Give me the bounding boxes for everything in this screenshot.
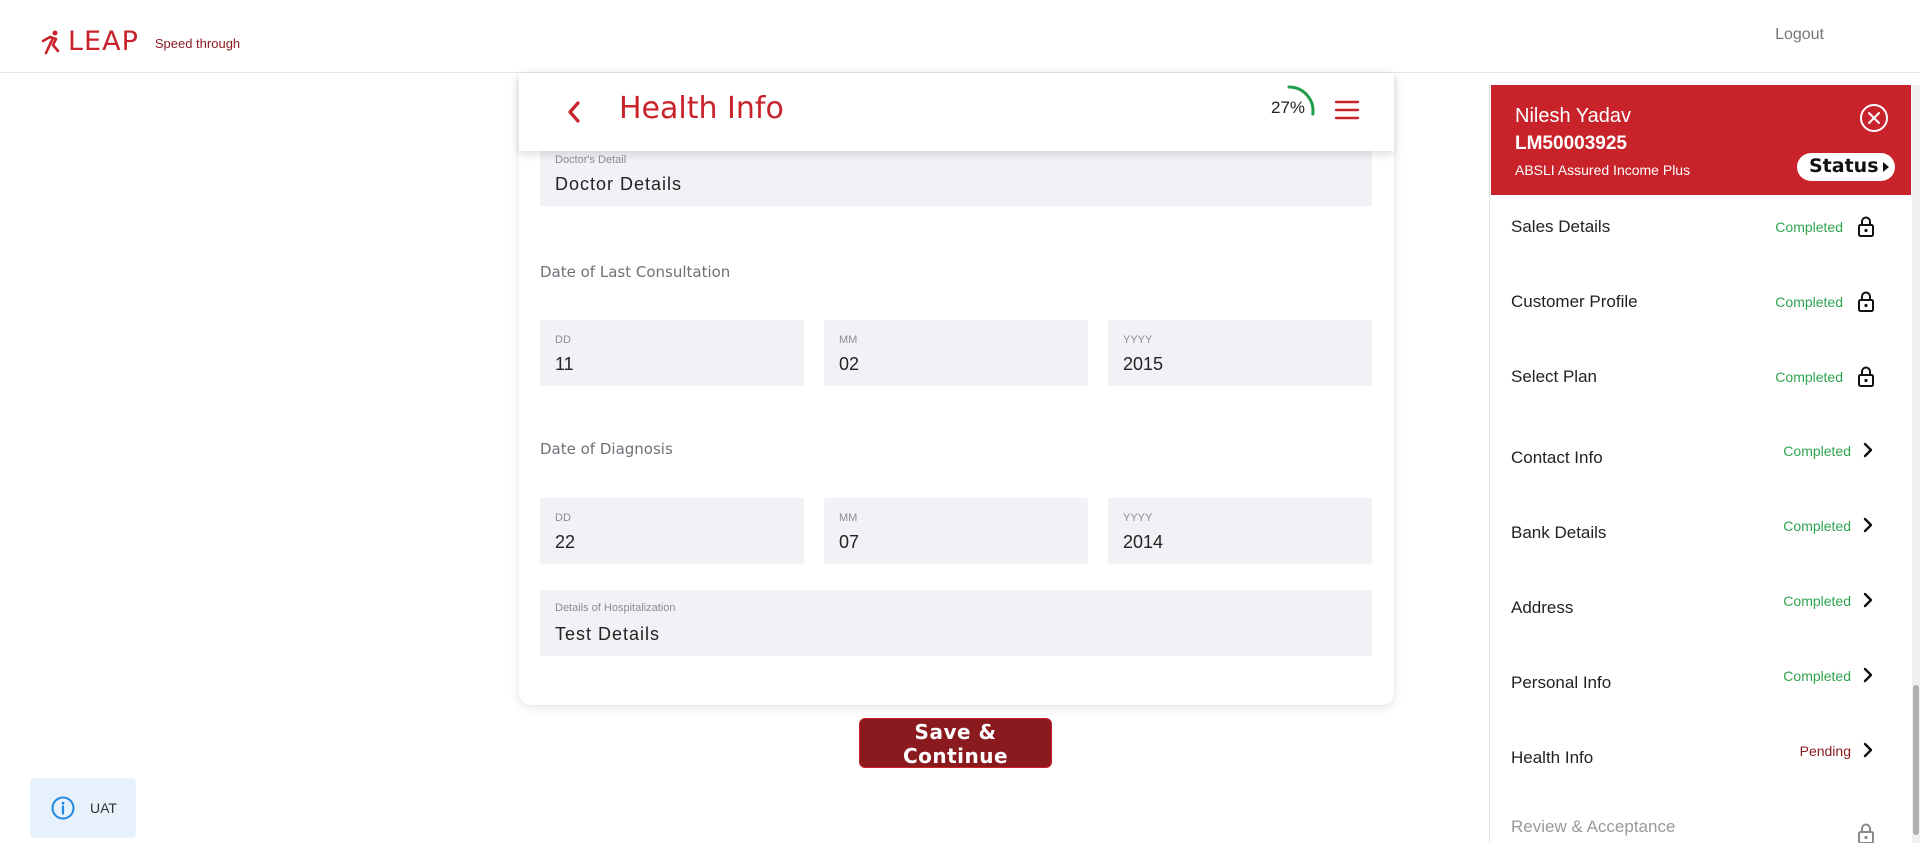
step-label: Review & Acceptance bbox=[1511, 817, 1676, 836]
step-label: Contact Info bbox=[1511, 448, 1603, 467]
step-status: Completed bbox=[1783, 518, 1851, 534]
panel-scrollbar[interactable] bbox=[1912, 85, 1920, 843]
step-select-plan[interactable]: Select Plan Completed bbox=[1491, 345, 1889, 420]
diagnosis-day-value: 22 bbox=[555, 532, 576, 552]
step-sales-details[interactable]: Sales Details Completed bbox=[1491, 195, 1889, 270]
card-header: Health Info 27% bbox=[519, 73, 1394, 151]
lock-icon bbox=[1857, 215, 1875, 242]
info-icon bbox=[51, 796, 75, 820]
step-label: Health Info bbox=[1511, 748, 1594, 767]
close-icon bbox=[1868, 112, 1880, 124]
doctor-detail-value: Doctor Details bbox=[555, 174, 683, 194]
step-customer-profile[interactable]: Customer Profile Completed bbox=[1491, 270, 1889, 345]
consultation-month-field[interactable]: MM 02 bbox=[824, 320, 1088, 386]
step-status: Completed bbox=[1775, 219, 1843, 235]
step-label: Select Plan bbox=[1511, 367, 1597, 386]
diagnosis-year-value: 2014 bbox=[1123, 532, 1164, 552]
consultation-year-field[interactable]: YYYY 2015 bbox=[1108, 320, 1372, 386]
last-consultation-label: Date of Last Consultation bbox=[540, 263, 731, 281]
step-status: Completed bbox=[1775, 294, 1843, 310]
diagnosis-year-label: YYYY bbox=[1123, 512, 1153, 524]
customer-id: LM50003925 bbox=[1515, 133, 1627, 154]
caret-right-icon bbox=[1883, 162, 1889, 172]
consultation-day-value: 11 bbox=[555, 354, 574, 374]
lock-icon bbox=[1857, 290, 1875, 317]
step-personal-info[interactable]: Personal Info Completed bbox=[1491, 645, 1889, 720]
step-label: Bank Details bbox=[1511, 523, 1607, 542]
diagnosis-day-field[interactable]: DD 22 bbox=[540, 498, 804, 564]
environment-label: UAT bbox=[90, 800, 117, 816]
brand-name: LEAP bbox=[68, 26, 139, 57]
doctor-detail-label: Doctor's Detail bbox=[555, 154, 627, 166]
chevron-right-icon bbox=[1861, 441, 1875, 464]
customer-name: Nilesh Yadav bbox=[1515, 105, 1631, 127]
progress-percent: 27% bbox=[1271, 98, 1306, 117]
step-status: Completed bbox=[1783, 668, 1851, 684]
hamburger-menu-icon[interactable] bbox=[1334, 97, 1360, 123]
health-info-card: Health Info 27% Doctor's Detail Doctor D… bbox=[519, 73, 1394, 705]
diagnosis-day-label: DD bbox=[555, 512, 571, 524]
chevron-right-icon bbox=[1861, 516, 1875, 539]
hospitalization-value: Test Details bbox=[555, 624, 661, 644]
step-label: Personal Info bbox=[1511, 673, 1612, 692]
hospitalization-field[interactable]: Details of Hospitalization Test Details bbox=[540, 590, 1372, 656]
leap-logo[interactable]: LEAP Speed through bbox=[40, 26, 240, 57]
hospitalization-label: Details of Hospitalization bbox=[555, 602, 676, 614]
diagnosis-month-label: MM bbox=[839, 512, 858, 524]
consultation-year-label: YYYY bbox=[1123, 334, 1153, 346]
step-status: Completed bbox=[1775, 369, 1843, 385]
step-label: Customer Profile bbox=[1511, 292, 1638, 311]
consultation-month-value: 02 bbox=[839, 354, 860, 374]
diagnosis-date-label: Date of Diagnosis bbox=[540, 440, 673, 458]
runner-icon bbox=[41, 30, 60, 54]
diagnosis-month-value: 07 bbox=[839, 532, 860, 552]
lock-icon bbox=[1857, 822, 1875, 843]
consultation-month-label: MM bbox=[839, 334, 858, 346]
step-label: Sales Details bbox=[1511, 217, 1611, 236]
top-bar: LEAP Speed through Logout bbox=[0, 0, 1920, 73]
diagnosis-year-field[interactable]: YYYY 2014 bbox=[1108, 498, 1372, 564]
step-status: Completed bbox=[1783, 443, 1851, 459]
environment-badge: UAT bbox=[30, 778, 136, 838]
lock-icon bbox=[1857, 365, 1875, 392]
doctor-detail-field[interactable]: Doctor's Detail Doctor Details bbox=[540, 150, 1372, 206]
save-continue-button[interactable]: Save & Continue bbox=[859, 718, 1052, 768]
chevron-right-icon bbox=[1861, 741, 1875, 764]
chevron-right-icon bbox=[1861, 666, 1875, 689]
close-panel-button[interactable] bbox=[1860, 104, 1888, 132]
consultation-day-label: DD bbox=[555, 334, 571, 346]
step-bank-details[interactable]: Bank Details Completed bbox=[1491, 495, 1889, 570]
step-label: Address bbox=[1511, 598, 1574, 617]
status-button[interactable]: Status bbox=[1797, 153, 1895, 181]
chevron-right-icon bbox=[1861, 591, 1875, 614]
customer-plan: ABSLI Assured Income Plus bbox=[1515, 162, 1691, 178]
page-title: Health Info bbox=[619, 91, 784, 126]
customer-header: Nilesh Yadav LM50003925 ABSLI Assured In… bbox=[1491, 85, 1911, 195]
diagnosis-month-field[interactable]: MM 07 bbox=[824, 498, 1088, 564]
scrollbar-thumb[interactable] bbox=[1913, 685, 1919, 835]
step-contact-info[interactable]: Contact Info Completed bbox=[1491, 420, 1889, 495]
back-chevron-icon[interactable] bbox=[559, 95, 589, 129]
step-status: Completed bbox=[1783, 593, 1851, 609]
consultation-year-value: 2015 bbox=[1123, 354, 1164, 374]
application-steps-panel: Nilesh Yadav LM50003925 ABSLI Assured In… bbox=[1489, 85, 1911, 843]
step-address[interactable]: Address Completed bbox=[1491, 570, 1889, 645]
status-button-label: Status bbox=[1809, 155, 1879, 177]
step-review-acceptance[interactable]: Review & Acceptance bbox=[1491, 795, 1889, 843]
step-status: Pending bbox=[1799, 743, 1851, 759]
consultation-day-field[interactable]: DD 11 bbox=[540, 320, 804, 386]
step-health-info[interactable]: Health Info Pending bbox=[1491, 720, 1889, 795]
brand-tagline: Speed through bbox=[154, 36, 241, 51]
logout-link[interactable]: Logout bbox=[1775, 26, 1824, 44]
